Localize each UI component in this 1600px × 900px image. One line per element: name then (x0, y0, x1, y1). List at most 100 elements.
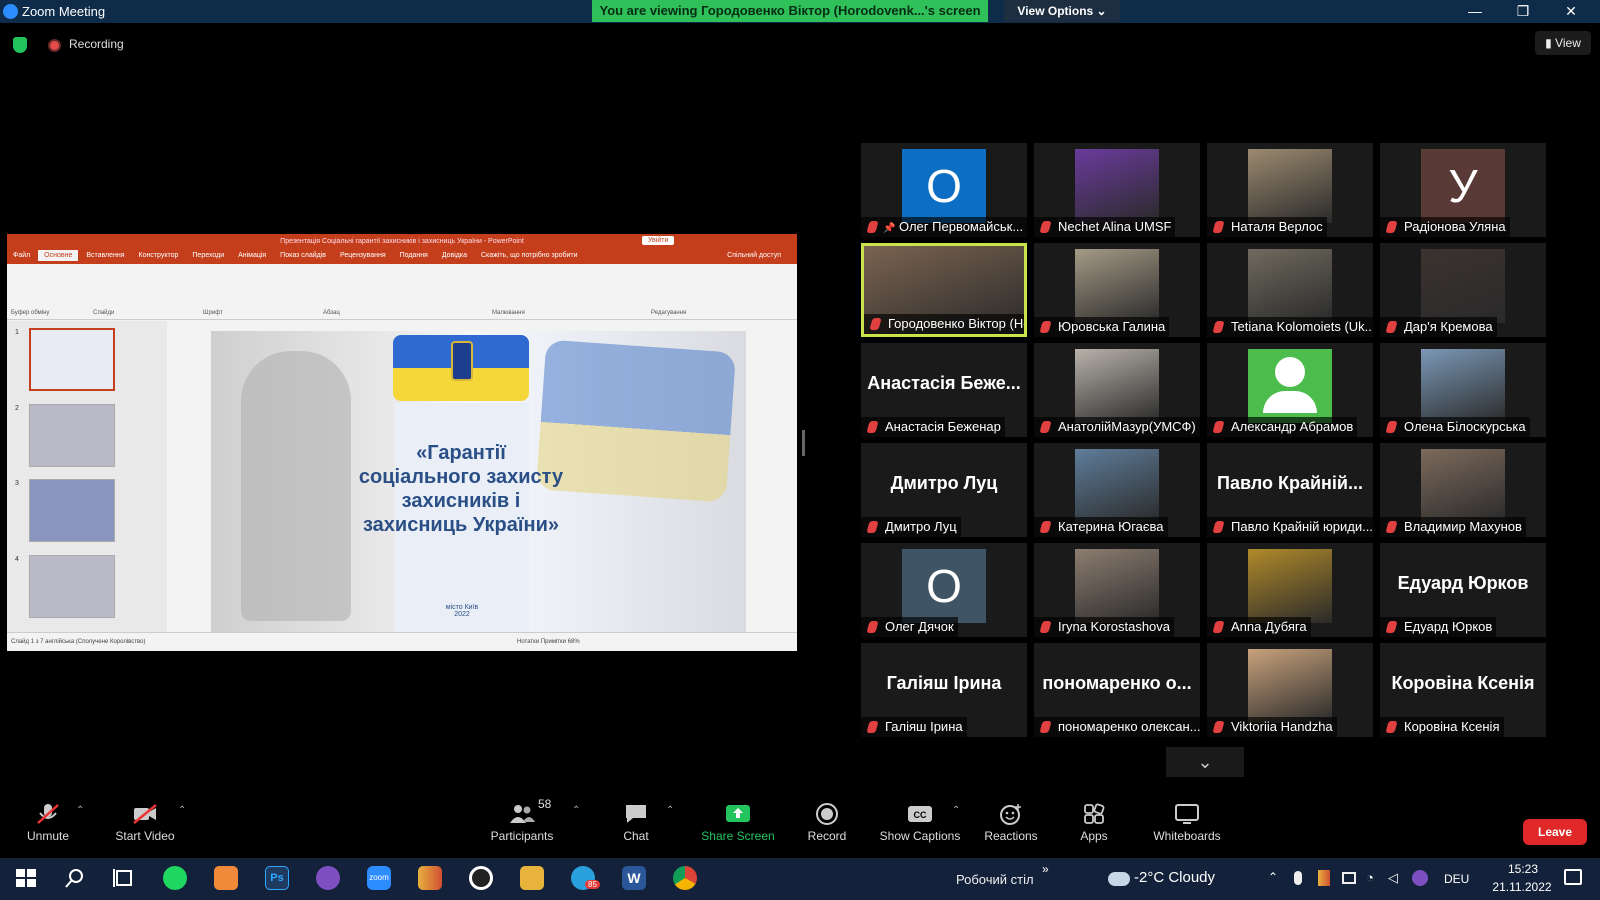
participant-tile[interactable]: Александр Абрамов (1207, 343, 1373, 437)
spotify-icon[interactable] (163, 866, 187, 890)
leave-button[interactable]: Leave (1523, 819, 1587, 845)
participant-tile[interactable]: О 📌 Олег Первомайськ... (861, 143, 1027, 237)
viber-icon[interactable] (316, 866, 340, 890)
captions-chevron-icon[interactable]: ⌃ (952, 805, 960, 816)
word-icon[interactable]: W (622, 866, 646, 890)
audio-options-chevron-icon[interactable]: ⌃ (76, 805, 84, 816)
chat-chevron-icon[interactable]: ⌃ (666, 805, 674, 816)
reactions-label: Reactions (984, 829, 1038, 843)
participant-name-label: Nechet Alina UMSF (1034, 217, 1176, 237)
toolbar-expand-icon[interactable]: » (1042, 862, 1049, 876)
participant-tile[interactable]: Anna Дубяга (1207, 543, 1373, 637)
participant-tile[interactable]: Дар'я Кремова (1380, 243, 1546, 337)
participant-tile[interactable]: О Олег Дячок (861, 543, 1027, 637)
participant-tile[interactable]: Коровіна Ксенія Коровіна Ксенія (1380, 643, 1546, 737)
participant-video (1421, 249, 1505, 323)
participant-tile[interactable]: Viktoriia Handzha (1207, 643, 1373, 737)
show-captions-button[interactable]: CC Show Captions (876, 797, 964, 858)
apps-button[interactable]: Apps (1074, 797, 1114, 858)
ppt-tab: Анімація (238, 252, 267, 259)
participant-tile[interactable]: Наталя Верлос (1207, 143, 1373, 237)
participant-tile[interactable]: Юровська Галина (1034, 243, 1200, 337)
participant-tile[interactable]: Nechet Alina UMSF (1034, 143, 1200, 237)
close-button[interactable]: ✕ (1548, 0, 1594, 23)
participant-tile[interactable]: Галіяш Ірина Галіяш Ірина (861, 643, 1027, 737)
participant-tile[interactable]: АнатолійМазур(УМСФ) (1034, 343, 1200, 437)
battery-icon[interactable] (1342, 872, 1356, 884)
participant-name-label: Tetiana Kolomoiets (Uk... (1207, 317, 1373, 337)
participant-tile[interactable]: Едуард Юрков Едуард Юрков (1380, 543, 1546, 637)
clock-date[interactable]: 21.11.2022 (1480, 880, 1564, 894)
tray-app-icon[interactable] (1318, 870, 1330, 886)
tray-viber-icon[interactable] (1412, 870, 1428, 886)
start-video-label: Start Video (115, 829, 175, 843)
participant-tile[interactable]: Анастасія Беже... Анастасія Беженар (861, 343, 1027, 437)
mail-app-icon[interactable] (214, 866, 238, 890)
participant-tile[interactable]: Iryna Korostashova (1034, 543, 1200, 637)
show-captions-label: Show Captions (879, 829, 961, 843)
tray-chevron-icon[interactable]: ⌃ (1268, 870, 1278, 884)
viewing-screen-banner: You are viewing Городовенко Віктор (Horo… (592, 0, 988, 22)
stripes-app-icon[interactable] (418, 866, 442, 890)
ppt-tabs: Файл Основне Вставлення Конструктор Пере… (7, 250, 797, 264)
view-button[interactable]: ▮ View (1535, 31, 1591, 55)
slide-thumbnails: 1 2 3 4 (7, 321, 167, 632)
slide-title: «Гарантії соціального захисту захисників… (358, 442, 564, 536)
zoom-icon[interactable]: zoom (367, 866, 391, 890)
task-view-icon[interactable] (112, 866, 136, 890)
ppt-tab: Скажіть, що потрібно зробити (480, 252, 578, 259)
participant-tile[interactable]: Олена Білоскурська (1380, 343, 1546, 437)
minimize-button[interactable]: — (1452, 0, 1498, 23)
participant-tile[interactable]: Катерина Югаєва (1034, 443, 1200, 537)
clock-time[interactable]: 15:23 (1496, 862, 1550, 876)
participant-video (1421, 349, 1505, 423)
desktop-toolbar-label[interactable]: Робочий стіл (956, 872, 1034, 887)
weather-widget[interactable]: -2°C Cloudy (1134, 869, 1215, 886)
record-label: Record (807, 829, 847, 843)
network-icon[interactable]: ◔ (1366, 870, 1374, 885)
photoshop-icon[interactable]: Ps (265, 866, 289, 890)
shared-screen: Презентація Соціальні гарантії захисникі… (7, 234, 797, 651)
thumb-number: 1 (15, 329, 19, 336)
chat-button[interactable]: Chat (612, 797, 660, 858)
notification-icon[interactable] (1564, 869, 1582, 885)
file-explorer-icon[interactable] (520, 866, 544, 890)
chrome-icon[interactable] (673, 866, 697, 890)
search-icon[interactable] (63, 866, 87, 890)
reactions-button[interactable]: Reactions (980, 797, 1042, 858)
start-video-button[interactable]: Start Video (110, 797, 180, 858)
participants-chevron-icon[interactable]: ⌃ (572, 805, 580, 816)
participant-tile[interactable]: пономаренко о... пономаренко олексан... (1034, 643, 1200, 737)
volume-icon[interactable]: ◁ (1388, 870, 1398, 886)
whiteboards-button[interactable]: Whiteboards (1148, 797, 1226, 858)
participant-tile[interactable]: У Радіонова Уляна (1380, 143, 1546, 237)
windows-start-icon[interactable] (14, 866, 38, 890)
unmute-button[interactable]: Unmute (18, 797, 78, 858)
language-indicator[interactable]: DEU (1444, 872, 1469, 886)
recording-icon (48, 39, 61, 52)
participant-name-label: Iryna Korostashova (1034, 617, 1175, 637)
participant-tile[interactable]: Павло Крайній... Павло Крайній юриди... (1207, 443, 1373, 537)
slide-thumbnail (29, 404, 115, 467)
participant-tile[interactable]: Городовенко Віктор (Hor... (861, 243, 1027, 337)
share-screen-button[interactable]: Share Screen (696, 797, 780, 858)
tray-microphone-icon[interactable] (1294, 871, 1302, 885)
splitter-handle[interactable] (802, 430, 805, 456)
participant-tile[interactable]: Дмитро Луц Дмитро Луц (861, 443, 1027, 537)
participant-name-label: Дар'я Кремова (1380, 317, 1497, 337)
ribbon-group: Редагування (651, 310, 687, 316)
participant-tile[interactable]: Tetiana Kolomoiets (Uk... (1207, 243, 1373, 337)
record-button[interactable]: Record (802, 797, 852, 858)
participant-video (1075, 549, 1159, 623)
maximize-button[interactable]: ❐ (1500, 0, 1546, 23)
participants-button[interactable]: 58 Participants (484, 797, 560, 858)
participant-video (1248, 149, 1332, 223)
video-options-chevron-icon[interactable]: ⌃ (178, 805, 186, 816)
current-slide: «Гарантії соціального захисту захисників… (211, 331, 746, 632)
record-app-icon[interactable] (469, 866, 493, 890)
participant-name-label: Городовенко Віктор (Hor... (864, 314, 1024, 334)
view-options-button[interactable]: View Options ⌄ (1004, 0, 1120, 22)
participant-tile[interactable]: Владимир Махунов (1380, 443, 1546, 537)
gallery-next-page-button[interactable]: ⌄ (1166, 747, 1244, 777)
shield-icon[interactable] (13, 37, 27, 53)
